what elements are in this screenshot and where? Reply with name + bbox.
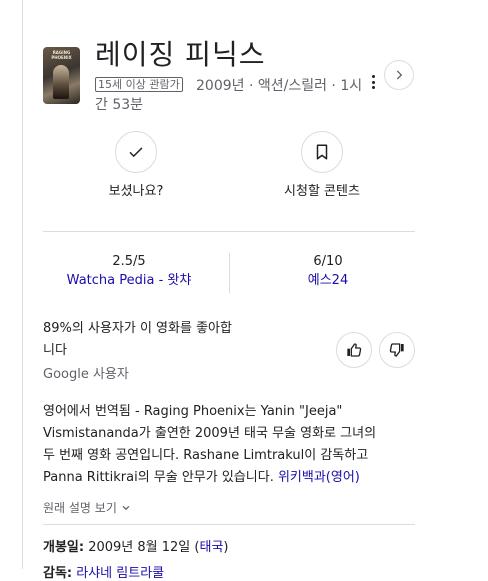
- watchlist-label: 시청할 콘텐츠: [284, 184, 360, 199]
- movie-meta-continued: 간 53분: [95, 97, 144, 113]
- description-text: Raging Phoenix는 Yanin "Jeeja": [143, 404, 343, 419]
- release-date-close: ): [223, 540, 229, 555]
- age-rating-badge: 15세 이상 관람가: [95, 77, 183, 92]
- description-text: Panna Rittikrai의 무술 안무가 있습니다.: [43, 470, 278, 485]
- release-country-link[interactable]: 태국: [199, 540, 223, 555]
- thumbs-down-icon: [389, 343, 404, 357]
- dislike-button[interactable]: [379, 332, 415, 368]
- audience-source: Google 사용자: [43, 367, 129, 382]
- show-original-label: 원래 설명 보기: [43, 501, 117, 515]
- score-watcha: 2.5/5 Watcha Pedia - 왓챠: [36, 254, 222, 292]
- score-source-link[interactable]: Watcha Pedia - 왓챠: [36, 270, 222, 292]
- thumbs-up-icon: [347, 343, 362, 357]
- score-source-link[interactable]: 예스24: [235, 270, 421, 292]
- score-value: 6/10: [313, 254, 343, 269]
- description-text: Vismistananda가 출연한 2009년 태국 무술 영화로 그녀의: [43, 426, 377, 441]
- director-label: 감독:: [43, 566, 73, 581]
- left-divider: [22, 0, 23, 569]
- score-value: 2.5/5: [112, 254, 146, 269]
- poster-figure: [53, 65, 69, 99]
- watched-button[interactable]: [115, 131, 157, 173]
- movie-description: 영어에서 번역됨 - Raging Phoenix는 Yanin "Jeeja"…: [43, 401, 415, 489]
- director-link[interactable]: 라샤네 림트라쿨: [72, 566, 164, 581]
- release-date-value: 2009년 8월 12일 (: [84, 540, 200, 555]
- description-text: 두 번째 영화 공연입니다. Rashane Limtrakul이 감독하고: [43, 448, 369, 463]
- check-icon: [129, 147, 143, 158]
- score-divider: [229, 253, 230, 293]
- watched-label: 보셨나요?: [108, 184, 164, 199]
- release-date-fact: 개봉일: 2009년 8월 12일 (태국): [43, 536, 228, 555]
- audience-like-text: 89%의 사용자가 이 영화를 좋아합 니다: [43, 318, 273, 362]
- director-fact: 감독: 라샤네 림트라쿨: [43, 562, 164, 581]
- movie-poster[interactable]: RAGING PHOENIX: [43, 47, 80, 104]
- bookmark-icon: [316, 144, 328, 160]
- movie-title: 레이징 피닉스: [95, 38, 266, 71]
- translation-note: 영어에서 번역됨 -: [43, 404, 144, 419]
- like-button[interactable]: [336, 332, 372, 368]
- score-yes24: 6/10 예스24: [235, 254, 421, 292]
- chevron-right-icon: [396, 70, 403, 80]
- release-date-label: 개봉일:: [43, 540, 85, 555]
- wikipedia-link[interactable]: 위키백과(영어): [278, 470, 360, 485]
- watchlist-button[interactable]: [301, 131, 343, 173]
- poster-title: RAGING PHOENIX: [51, 50, 72, 60]
- movie-meta: 2009년 · 액션/스릴러 · 1시: [196, 78, 363, 94]
- section-divider: [43, 231, 415, 232]
- next-button[interactable]: [384, 60, 414, 90]
- more-options-icon[interactable]: [368, 74, 378, 90]
- audience-like-line: 니다: [43, 343, 67, 358]
- chevron-down-icon: [122, 505, 130, 510]
- section-divider: [43, 524, 415, 525]
- audience-like-line: 89%의 사용자가 이 영화를 좋아합: [43, 321, 232, 336]
- show-original-description[interactable]: 원래 설명 보기: [43, 499, 131, 516]
